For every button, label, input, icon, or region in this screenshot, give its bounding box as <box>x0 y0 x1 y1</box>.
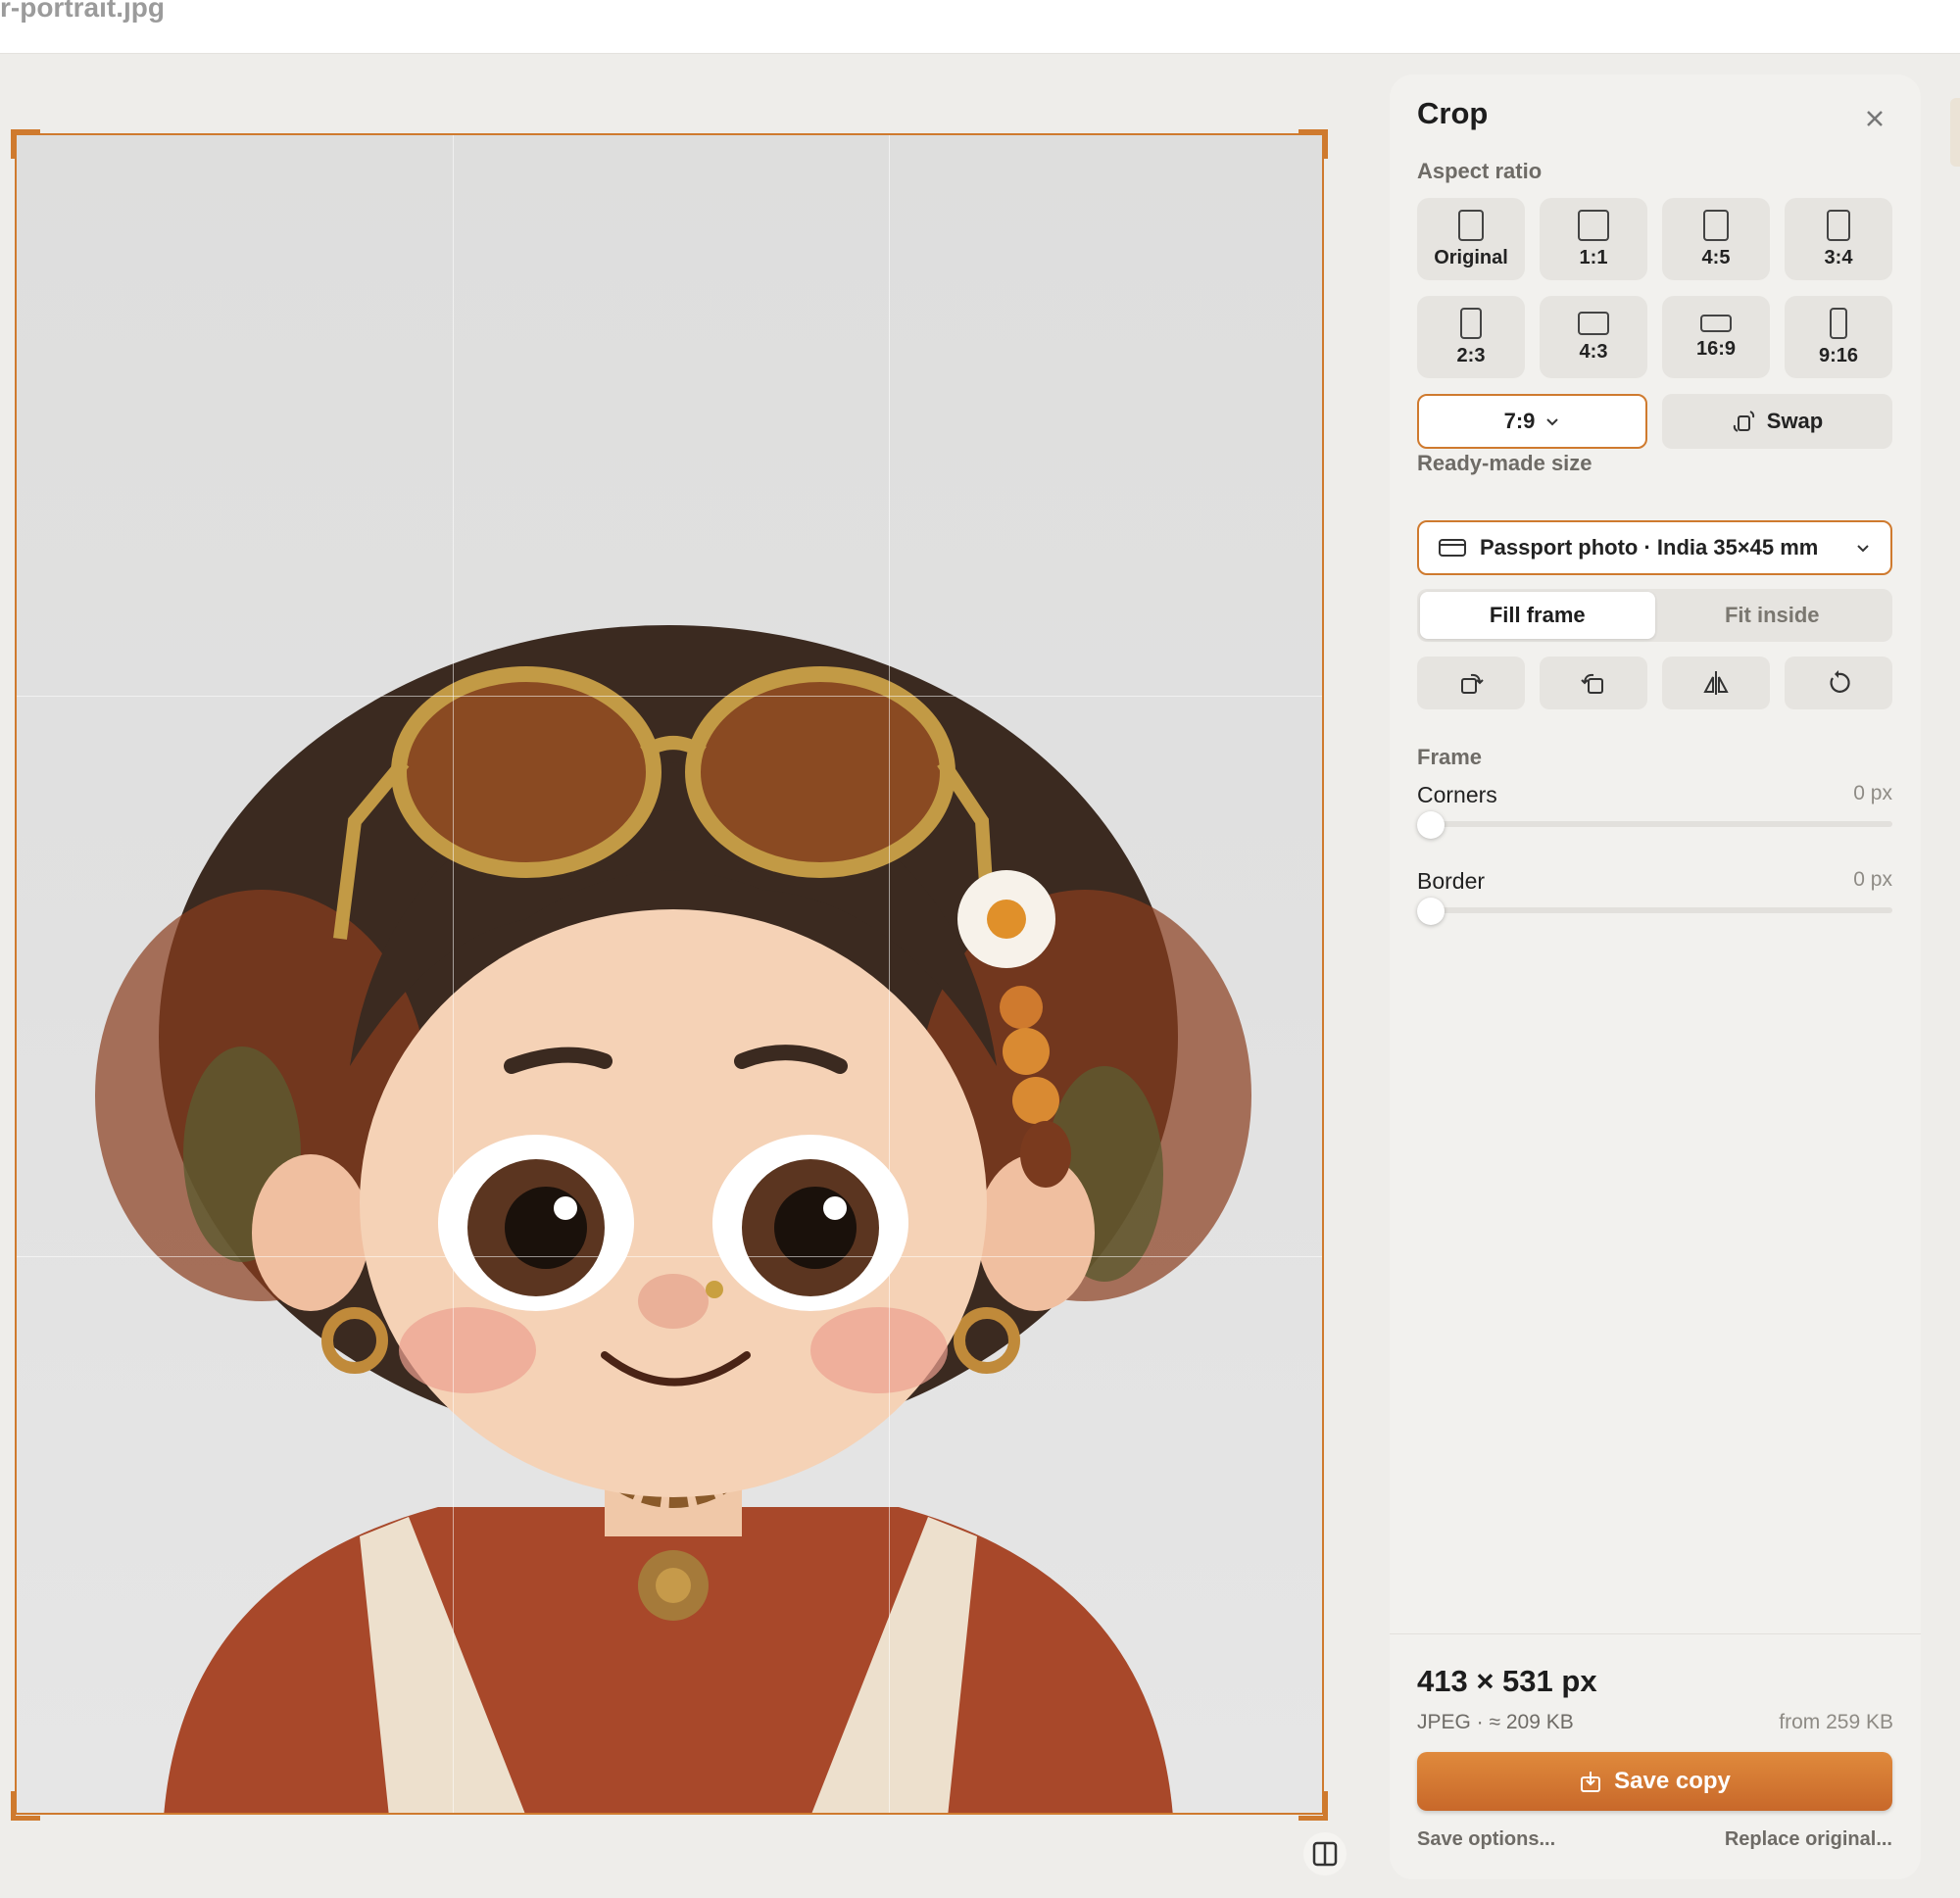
flip-horizontal-button[interactable] <box>1662 657 1770 709</box>
wide-frame-icon <box>1700 314 1732 332</box>
save-icon <box>1581 1772 1601 1792</box>
frame-label: Frame <box>1417 745 1483 769</box>
custom-ratio-value: 7:9 <box>1503 409 1536 433</box>
ratio-1-1-button[interactable]: 1:1 <box>1540 198 1647 280</box>
landscape-frame-icon <box>1578 311 1609 335</box>
crop-area[interactable] <box>15 133 1324 1815</box>
aspect-ratio-label: Aspect ratio <box>1417 159 1543 183</box>
swap-button[interactable]: Swap <box>1662 394 1892 449</box>
chevron-down-icon <box>1857 545 1869 553</box>
title-bar: r-portrait.jpg <box>0 0 1960 54</box>
grid-line <box>889 135 890 1813</box>
flip-horizontal-icon <box>1703 671 1729 695</box>
crop-panel: Crop Aspect ratio Original 1:1 4:5 3:4 2… <box>1390 74 1921 1879</box>
border-label: Border <box>1417 868 1486 894</box>
id-card-icon <box>1439 539 1466 557</box>
corners-slider-row: Corners 0 px <box>1417 782 1892 839</box>
chevron-down-icon <box>1546 418 1559 426</box>
preset-size-select[interactable]: Passport photo · India 35×45 mm <box>1417 520 1892 575</box>
ratio-4-5-button[interactable]: 4:5 <box>1662 198 1770 280</box>
close-button[interactable] <box>1858 102 1891 135</box>
save-links: Save options... Replace original... <box>1417 1828 1892 1851</box>
original-size: from 259 KB <box>1779 1711 1893 1733</box>
compare-toggle-button[interactable] <box>1303 1832 1347 1875</box>
crop-handle-top-left[interactable] <box>11 129 40 159</box>
ratio-2-3-button[interactable]: 2:3 <box>1417 296 1525 378</box>
fill-frame-option[interactable]: Fill frame <box>1420 592 1655 639</box>
aspect-ratio-grid: Original 1:1 4:5 3:4 2:3 4:3 16:9 9:16 <box>1417 198 1892 378</box>
ratio-3-4-button[interactable]: 3:4 <box>1785 198 1892 280</box>
save-options-link[interactable]: Save options... <box>1417 1828 1555 1851</box>
border-slider-thumb[interactable] <box>1417 898 1445 925</box>
crop-handle-bottom-left[interactable] <box>11 1791 40 1821</box>
file-name: r-portrait.jpg <box>0 0 165 23</box>
fit-mode-toggle: Fill frame Fit inside <box>1417 589 1892 642</box>
portrait-image <box>95 625 1251 1813</box>
portrait-frame-icon <box>1458 209 1484 241</box>
output-dimensions: 413 × 531 px <box>1417 1664 1597 1698</box>
crop-handle-top-right[interactable] <box>1298 129 1328 159</box>
corners-label: Corners <box>1417 782 1497 807</box>
corners-value: 0 px <box>1853 782 1892 804</box>
save-copy-label: Save copy <box>1614 1768 1731 1794</box>
edge-tab <box>1950 98 1960 167</box>
border-slider-track[interactable] <box>1417 907 1892 913</box>
output-footer: 413 × 531 px JPEG · ≈ 209 KB from 259 KB… <box>1390 1633 1921 1879</box>
square-frame-icon <box>1578 209 1609 241</box>
corners-slider-track[interactable] <box>1417 821 1892 827</box>
custom-ratio-dropdown[interactable]: 7:9 <box>1417 394 1647 449</box>
portrait-frame-icon <box>1460 307 1482 339</box>
ratio-controls: 7:9 Swap <box>1417 394 1892 449</box>
crop-handle-bottom-right[interactable] <box>1298 1791 1328 1821</box>
grid-line <box>17 1256 1322 1257</box>
ratio-9-16-button[interactable]: 9:16 <box>1785 296 1892 378</box>
grid-line <box>17 696 1322 697</box>
border-slider-row: Border 0 px <box>1417 868 1892 925</box>
transform-tools <box>1417 657 1892 709</box>
rotate-left-icon <box>1581 673 1603 694</box>
close-icon <box>1867 111 1883 126</box>
panel-title: Crop <box>1417 96 1489 130</box>
reset-icon <box>1830 670 1850 693</box>
ratio-original-button[interactable]: Original <box>1417 198 1525 280</box>
swap-label: Swap <box>1766 409 1824 433</box>
border-value: 0 px <box>1853 868 1892 891</box>
rotate-right-icon <box>1461 673 1484 694</box>
portrait-frame-icon <box>1703 209 1729 241</box>
ratio-16-9-button[interactable]: 16:9 <box>1662 296 1770 378</box>
save-copy-button[interactable]: Save copy <box>1417 1752 1892 1811</box>
corners-slider-thumb[interactable] <box>1417 811 1445 839</box>
grid-line <box>453 135 454 1813</box>
split-view-icon <box>1312 1841 1338 1867</box>
ratio-4-3-button[interactable]: 4:3 <box>1540 296 1647 378</box>
swap-orientation-icon <box>1733 411 1754 432</box>
ready-made-size-label: Ready-made size <box>1417 451 1592 475</box>
fit-inside-option[interactable]: Fit inside <box>1655 592 1890 639</box>
output-meta: JPEG · ≈ 209 KB <box>1417 1711 1574 1733</box>
preset-value: Passport photo · India 35×45 mm <box>1480 535 1819 560</box>
rotate-left-button[interactable] <box>1540 657 1647 709</box>
portrait-frame-icon <box>1827 209 1850 241</box>
image-canvas <box>0 55 1372 1898</box>
rotate-right-button[interactable] <box>1417 657 1525 709</box>
reset-button[interactable] <box>1785 657 1892 709</box>
tall-frame-icon <box>1830 307 1847 339</box>
replace-original-link[interactable]: Replace original... <box>1725 1828 1892 1851</box>
